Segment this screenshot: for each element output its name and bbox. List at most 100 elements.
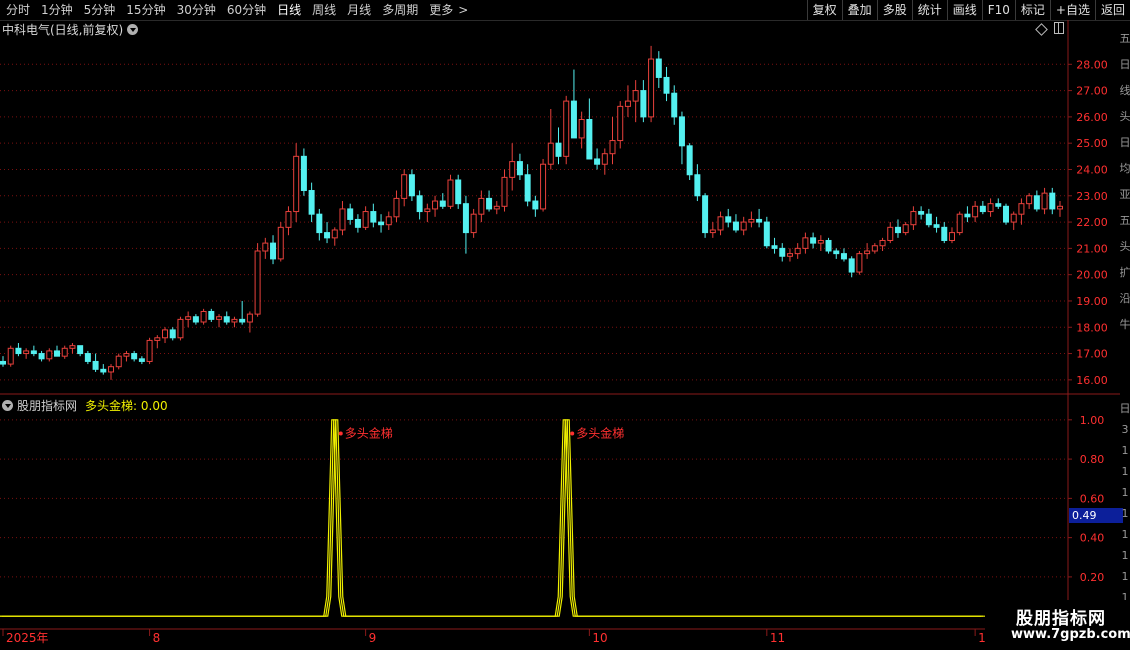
indicator-strip-char: 3 [1121, 423, 1129, 436]
candle-body [933, 224, 940, 228]
candle-body [231, 318, 238, 323]
indicator-strip-char: 日 [1119, 402, 1130, 415]
logo-url: www.7gpzb.com [1011, 627, 1130, 642]
candle-body [447, 179, 454, 207]
candle-body [15, 347, 22, 355]
candle-body [640, 90, 647, 118]
candle-body [254, 250, 261, 315]
candle-body [324, 232, 331, 239]
candle-body [555, 142, 562, 157]
candle-body [1010, 213, 1017, 223]
side-strip-char: 五 [1119, 214, 1130, 227]
candle-body [1041, 192, 1048, 210]
candle-body [617, 105, 624, 142]
x-tick-label: 10 [592, 631, 607, 645]
candle-body [732, 221, 739, 231]
candle-body [7, 347, 14, 365]
candlestick-chart[interactable]: 16.00 17.00 18.00 19.00 20.00 21.00 22.00 23.00… [0, 0, 1130, 650]
candle-body [115, 355, 122, 368]
candle-body [902, 224, 909, 234]
candle-body [864, 250, 871, 255]
candle-body [817, 239, 824, 244]
candle-body [277, 226, 284, 260]
candle-body [69, 345, 76, 349]
candle-body [624, 100, 631, 107]
signal-label: 多头金梯 [345, 426, 393, 441]
candle-body [362, 211, 369, 228]
side-strip-char: 牛 [1119, 318, 1130, 331]
candle-body [756, 218, 763, 223]
candle-body [239, 318, 246, 323]
candle-body [223, 316, 230, 323]
candle-body [169, 329, 176, 339]
candle-body [678, 116, 685, 147]
candle-body [192, 316, 199, 323]
candle-body [848, 258, 855, 273]
indicator-value: 多头金梯: 0.00 [85, 398, 168, 413]
candle-body [941, 226, 948, 241]
candle-body [786, 253, 793, 257]
candle-body [1033, 195, 1040, 210]
side-strip-char: 日 [1119, 136, 1130, 149]
candle-body [570, 100, 577, 139]
indicator-tick-label: 0.60 [1080, 492, 1105, 505]
candle-body [354, 218, 361, 228]
candle-body [840, 253, 847, 260]
candle-body [408, 174, 415, 197]
x-tick-label: 8 [153, 631, 161, 645]
candle-body [493, 205, 500, 210]
candle-body [771, 245, 778, 249]
candle-body [347, 208, 354, 220]
candle-body [455, 179, 462, 205]
indicator-tick-label: 1.00 [1080, 414, 1105, 427]
candle-body [948, 232, 955, 241]
candle-body [871, 245, 878, 252]
candle-body [956, 213, 963, 234]
candle-body [972, 205, 979, 218]
candle-body [486, 197, 493, 210]
candle-body [262, 242, 269, 252]
candle-body [964, 213, 971, 218]
candle-body [532, 200, 539, 210]
signal-marker [338, 431, 343, 436]
y-tick-label: 23.00 [1076, 190, 1108, 203]
candle-body [92, 360, 99, 370]
candle-body [162, 329, 169, 339]
candle-body [794, 247, 801, 255]
candle-body [370, 211, 377, 223]
candle-body [84, 353, 91, 362]
indicator-line [2, 419, 985, 617]
y-tick-label: 18.00 [1076, 321, 1108, 334]
candle-body [632, 90, 639, 102]
candle-body [925, 213, 932, 226]
candle-body [702, 195, 709, 234]
y-tick-label: 19.00 [1076, 295, 1108, 308]
candle-body [385, 216, 392, 226]
candle-body [540, 163, 547, 210]
candle-body [316, 213, 323, 234]
candle-body [578, 119, 585, 139]
candle-body [717, 216, 724, 231]
candle-body [216, 316, 223, 320]
candle-body [378, 221, 385, 226]
y-tick-label: 16.00 [1076, 374, 1108, 387]
candle-body [586, 119, 593, 160]
y-tick-label: 21.00 [1076, 242, 1108, 255]
candle-body [825, 239, 832, 252]
side-strip-char: 五 [1119, 32, 1130, 45]
candle-body [401, 174, 408, 199]
candle-body [509, 161, 516, 178]
candle-body [779, 247, 786, 257]
candle-body [285, 211, 292, 228]
y-tick-label: 24.00 [1076, 163, 1108, 176]
candle-body [424, 208, 431, 213]
y-tick-label: 28.00 [1076, 58, 1108, 71]
indicator-strip-char: 1 [1121, 507, 1129, 520]
indicator-strip-char: 1 [1121, 444, 1129, 457]
candle-body [740, 221, 747, 231]
candle-body [185, 316, 192, 320]
chevron-down-icon[interactable] [2, 399, 13, 411]
side-strip-char: 头 [1119, 240, 1130, 253]
candle-body [30, 350, 37, 355]
candle-body [123, 353, 130, 357]
